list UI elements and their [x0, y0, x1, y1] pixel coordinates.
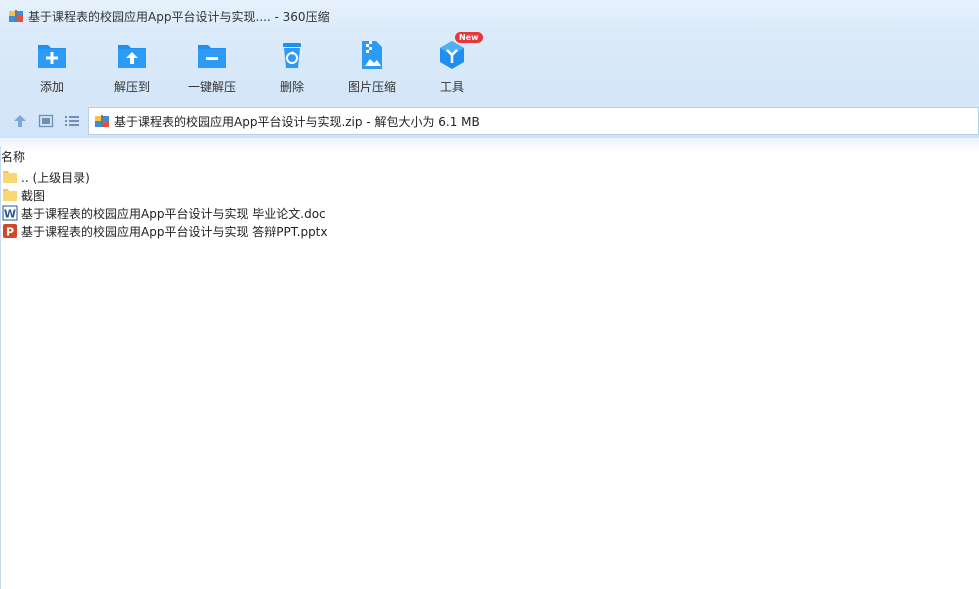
file-name: 基于课程表的校园应用App平台设计与实现 答辩PPT.pptx	[21, 224, 328, 239]
recycle-bin-icon	[283, 43, 301, 68]
add-button[interactable]: 添加	[16, 38, 88, 98]
main-toolbar: 添加 解压到 一键解压 删除 图片压缩 New 工具	[0, 32, 979, 104]
new-badge: New	[455, 32, 483, 43]
file-name: 基于课程表的校园应用App平台设计与实现 毕业论文.doc	[21, 206, 326, 221]
image-compress-icon	[362, 41, 382, 69]
archive-path: 基于课程表的校园应用App平台设计与实现.zip - 解包大小为 6.1 MB	[114, 114, 480, 129]
zip-archive-icon	[95, 115, 109, 127]
archive-app-icon	[9, 10, 23, 22]
delete-button[interactable]: 删除	[256, 38, 328, 98]
tools-label: 工具	[439, 80, 464, 94]
list-item-parent-dir[interactable]: .. (上级目录)	[2, 168, 90, 186]
image-compress-label: 图片压缩	[347, 80, 396, 94]
extract-to-folder-icon	[118, 45, 146, 68]
extract-to-button[interactable]: 解压到	[96, 38, 168, 98]
one-click-extract-label: 一键解压	[187, 80, 236, 94]
tools-icon-wrap: New	[435, 32, 483, 72]
file-list: 名称 .. (上级目录) 截图 W 基于课程表的校园应用App平台设计与实现 毕…	[0, 146, 979, 589]
window-title: 基于课程表的校园应用App平台设计与实现.... - 360压缩	[28, 9, 330, 24]
address-bar[interactable]: 基于课程表的校园应用App平台设计与实现.zip - 解包大小为 6.1 MB	[88, 107, 979, 135]
column-header-name[interactable]: 名称	[1, 148, 25, 165]
add-folder-icon	[38, 45, 66, 68]
folder-icon	[3, 189, 17, 201]
up-arrow-icon[interactable]	[12, 113, 28, 129]
navigation-bar: 基于课程表的校园应用App平台设计与实现.zip - 解包大小为 6.1 MB	[0, 104, 979, 138]
tools-icon	[440, 41, 464, 69]
list-item-doc[interactable]: W 基于课程表的校园应用App平台设计与实现 毕业论文.doc	[2, 204, 326, 222]
list-item-screenshots[interactable]: 截图	[2, 186, 45, 204]
svg-text:P: P	[6, 226, 14, 239]
add-label: 添加	[39, 80, 64, 94]
word-doc-icon: W	[2, 205, 18, 221]
one-click-extract-icon	[198, 45, 226, 68]
thumbnail-view-icon[interactable]	[38, 113, 54, 129]
file-name: 截图	[21, 188, 46, 203]
title-bar: 基于课程表的校园应用App平台设计与实现.... - 360压缩	[0, 0, 979, 32]
folder-icon	[3, 171, 17, 183]
list-view-icon[interactable]	[64, 113, 80, 129]
one-click-extract-button[interactable]: 一键解压	[176, 38, 248, 98]
tools-button[interactable]: New 工具	[416, 32, 488, 98]
svg-text:W: W	[4, 208, 16, 221]
image-compress-button[interactable]: 图片压缩	[336, 38, 408, 98]
powerpoint-icon: P	[3, 224, 17, 239]
list-item-pptx[interactable]: P 基于课程表的校园应用App平台设计与实现 答辩PPT.pptx	[2, 222, 328, 240]
extract-to-label: 解压到	[113, 80, 150, 94]
file-name: .. (上级目录)	[21, 170, 90, 185]
delete-label: 删除	[279, 80, 304, 94]
